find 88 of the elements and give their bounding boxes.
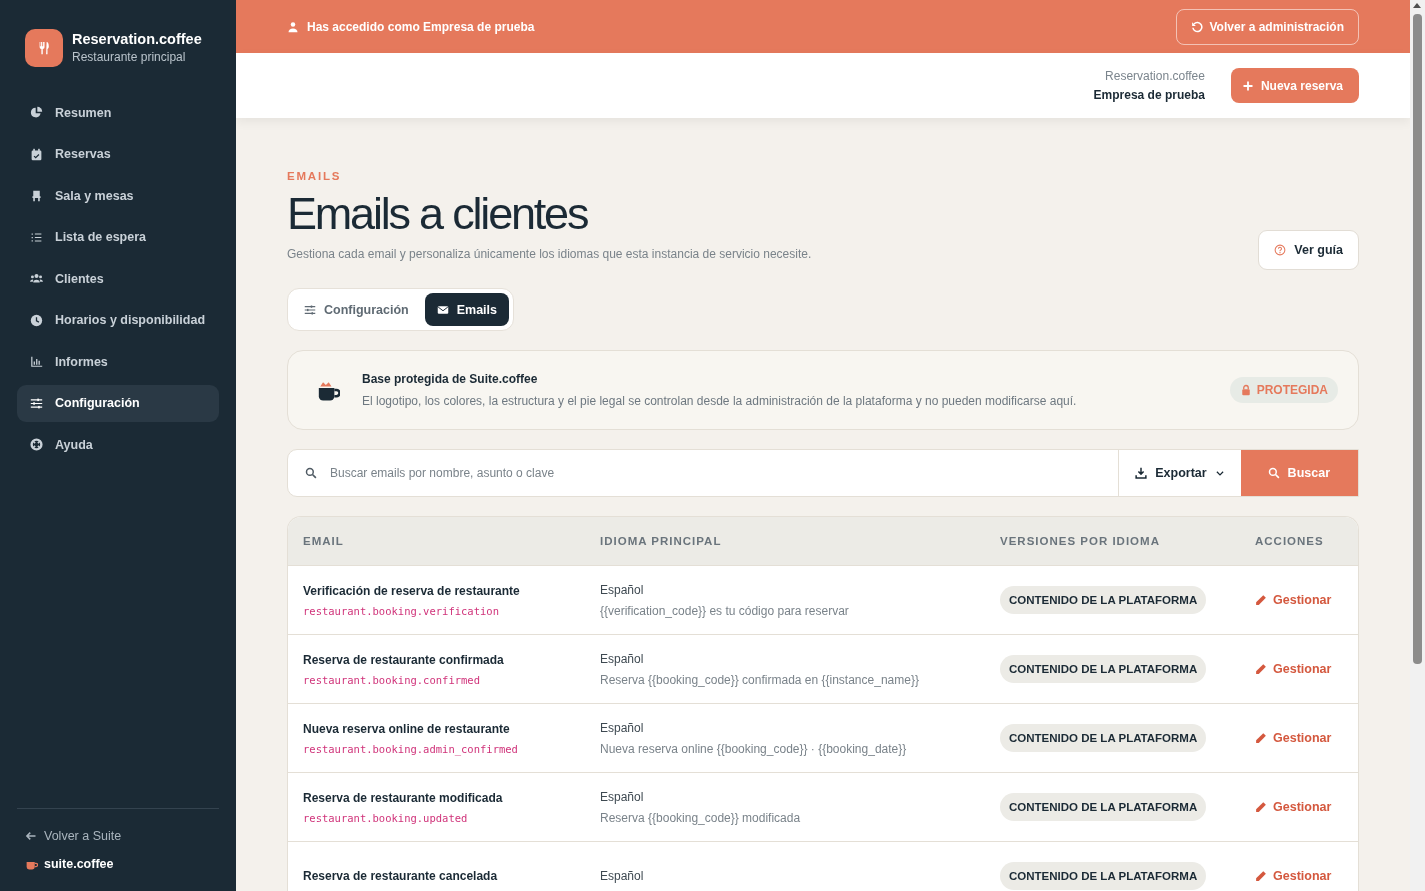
company-name: Empresa de prueba — [1093, 88, 1205, 102]
platform-content-tag: CONTENIDO DE LA PLATAFORMA — [1000, 793, 1207, 821]
app-name: Reservation.coffee — [72, 31, 202, 47]
users-icon — [30, 272, 43, 285]
email-name: Nueva reserva online de restaurante — [303, 721, 511, 736]
calendar-icon — [30, 147, 43, 161]
export-button[interactable]: Exportar — [1118, 450, 1241, 496]
nav-item[interactable]: Configuración — [17, 384, 219, 422]
search-icon — [1267, 467, 1280, 479]
undo-icon — [1190, 20, 1203, 33]
email-name: Reserva de restaurante modificada — [303, 790, 504, 805]
cutlery-icon — [37, 40, 51, 55]
nav-item[interactable]: Horarios y disponibilidad — [17, 301, 219, 339]
lock-icon — [1239, 384, 1252, 396]
nav-item[interactable]: Informes — [17, 343, 219, 380]
email-subject: Reserva {{booking_code}} modificada — [600, 810, 802, 825]
pencil-icon — [1255, 663, 1267, 675]
back-link[interactable]: Volver a Suite — [25, 829, 211, 843]
email-name: Verificación de reserva de restaurante — [303, 583, 521, 598]
column-header: IDIOMA PRINCIPAL — [600, 535, 723, 547]
envelope-icon — [436, 303, 449, 316]
manage-button[interactable]: Gestionar — [1255, 662, 1332, 676]
pencil-icon — [1255, 732, 1267, 744]
notice-title: Base protegida de Suite.coffee — [362, 372, 539, 386]
language: Español — [600, 582, 645, 597]
column-header: ACCIONES — [1255, 535, 1325, 547]
email-key: restaurant.booking.admin_confirmed — [303, 742, 600, 755]
tab[interactable]: Configuración — [292, 293, 421, 326]
page-description: Gestiona cada email y personaliza únicamente los idiomas que esta instancia de servicio necesite. — [287, 247, 812, 261]
suite-brand: suite.coffee — [44, 857, 114, 871]
manage-button[interactable]: Gestionar — [1255, 731, 1332, 745]
email-name: Reserva de restaurante confirmada — [303, 652, 505, 667]
nav-item[interactable]: Reservas — [17, 135, 219, 173]
chair-icon — [30, 189, 43, 202]
platform-content-tag: CONTENIDO DE LA PLATAFORMA — [1000, 862, 1207, 890]
nav-item[interactable]: Lista de espera — [17, 218, 219, 256]
language: Español — [600, 720, 645, 735]
chevron-down-icon — [1214, 468, 1225, 478]
section-eyebrow: EMAILS — [287, 170, 343, 182]
nav-item[interactable]: Sala y mesas — [17, 177, 219, 214]
venue-name: Restaurante principal — [72, 50, 187, 64]
nav-item[interactable]: Clientes — [17, 260, 219, 297]
tab[interactable]: Emails — [424, 293, 510, 326]
lifebuoy-icon — [30, 438, 43, 451]
email-key: restaurant.booking.confirmed — [303, 673, 600, 686]
sliders-icon — [30, 396, 43, 410]
platform-content-tag: CONTENIDO DE LA PLATAFORMA — [1000, 586, 1207, 614]
sliders-icon — [304, 303, 316, 316]
scrollbar-thumb[interactable] — [1413, 14, 1422, 664]
platform-content-tag: CONTENIDO DE LA PLATAFORMA — [1000, 724, 1207, 752]
search-icon — [305, 467, 317, 479]
plus-icon — [1241, 79, 1254, 92]
language: Español — [600, 651, 645, 666]
email-name: Reserva de restaurante cancelada — [303, 869, 499, 883]
manage-button[interactable]: Gestionar — [1255, 800, 1332, 814]
user-icon — [287, 20, 299, 33]
impersonation-message: Has accedido como Empresa de prueba — [307, 19, 535, 34]
arrow-left-icon — [25, 830, 37, 842]
guide-button[interactable]: Ver guía — [1258, 230, 1359, 270]
bar-chart-icon — [30, 355, 43, 368]
language: Español — [600, 789, 645, 804]
pencil-icon — [1255, 594, 1267, 606]
email-key: restaurant.booking.updated — [303, 811, 600, 824]
manage-button[interactable]: Gestionar — [1255, 593, 1332, 607]
manage-button[interactable]: Gestionar — [1255, 869, 1332, 883]
column-header: VERSIONES POR IDIOMA — [1000, 535, 1161, 547]
pencil-icon — [1255, 870, 1267, 882]
email-subject: Nueva reserva online {{booking_code}} · {{booking_date}} — [600, 741, 908, 756]
clock-icon — [30, 313, 43, 327]
notice-text: El logotipo, los colores, la estructura y el pie legal se controlan desde la administración de la plataforma y no pueden modificarse aquí. — [362, 394, 1078, 408]
email-subject: Reserva {{booking_code}} confirmada en {{instance_name}} — [600, 672, 920, 687]
list-icon — [30, 230, 43, 244]
column-header: EMAIL — [303, 535, 345, 547]
download-icon — [1135, 467, 1148, 479]
language: Español — [600, 869, 645, 883]
protected-badge: PROTEGIDA — [1229, 377, 1338, 403]
pencil-icon — [1255, 801, 1267, 813]
nav-item[interactable]: Resumen — [17, 94, 219, 131]
search-field[interactable]: Buscar emails por nombre, asunto o clave — [330, 466, 1119, 480]
pie-chart-icon — [30, 106, 43, 119]
email-subject: {{verification_code}} es tu código para reservar — [600, 603, 850, 618]
platform-content-tag: CONTENIDO DE LA PLATAFORMA — [1000, 655, 1207, 683]
app-name: Reservation.coffee — [1104, 69, 1205, 83]
help-icon — [1274, 244, 1287, 256]
page-title: Emails a clientes — [287, 189, 589, 239]
email-key: restaurant.booking.verification — [303, 604, 600, 617]
nav-item[interactable]: Ayuda — [17, 426, 219, 463]
scroll-up-arrow[interactable] — [1413, 3, 1421, 8]
